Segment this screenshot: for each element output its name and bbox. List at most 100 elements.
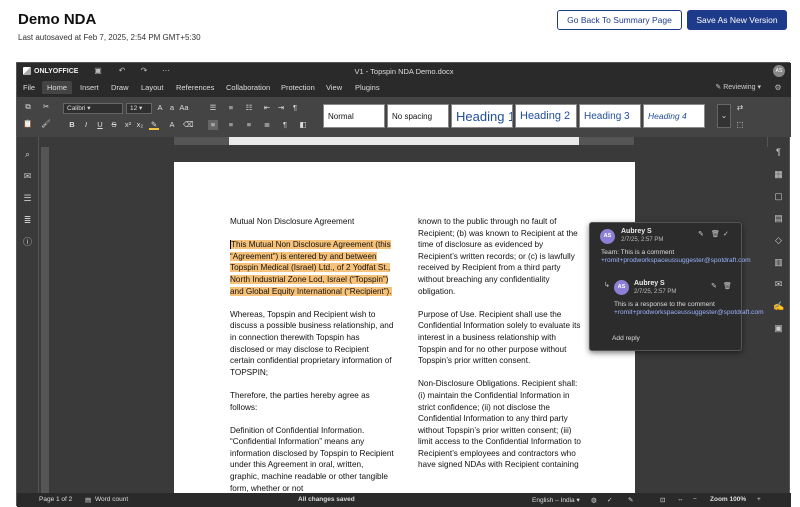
search-icon[interactable]: ⌕ — [22, 149, 33, 160]
menu-draw[interactable]: Draw — [111, 83, 129, 92]
zoom-level[interactable]: Zoom 100% — [710, 496, 746, 503]
vertical-ruler[interactable] — [41, 147, 49, 493]
cut-icon[interactable]: ✂ — [41, 102, 51, 112]
save-status: All changes saved — [298, 496, 355, 503]
style-heading-2[interactable]: Heading 2 — [515, 104, 577, 128]
table-settings-icon[interactable]: ▦ — [773, 169, 784, 180]
menu-view[interactable]: View — [326, 83, 342, 92]
shading-icon[interactable]: ◧ — [298, 120, 308, 130]
comments-icon[interactable]: ✉ — [22, 171, 33, 182]
highlight-color-icon[interactable]: ✎ — [149, 120, 159, 130]
comment-mention[interactable]: +romit+prodworkspaceussuggester@spotdraf… — [601, 257, 751, 264]
edit-reply-icon[interactable]: ✎ — [711, 282, 717, 290]
menu-insert[interactable]: Insert — [80, 83, 99, 92]
menu-plugins[interactable]: Plugins — [355, 83, 380, 92]
reviewing-label: Reviewing — [723, 84, 756, 91]
form-settings-icon[interactable]: ▣ — [773, 323, 784, 334]
font-family-select[interactable]: Calibri ▾ — [63, 103, 123, 114]
resolve-comment-icon[interactable]: ✓ — [723, 230, 729, 238]
paragraph-mark-icon[interactable]: ¶ — [290, 103, 300, 113]
comment-date: 2/7/25, 2:57 PM — [621, 237, 664, 243]
change-case-icon[interactable]: Aa — [179, 103, 189, 113]
menu-references[interactable]: References — [176, 83, 214, 92]
decrease-font-icon[interactable]: a — [167, 103, 177, 113]
style-heading-3[interactable]: Heading 3 — [579, 104, 641, 128]
delete-reply-icon[interactable]: 🗑 — [723, 282, 732, 290]
menu-layout[interactable]: Layout — [141, 83, 164, 92]
save-new-version-button[interactable]: Save As New Version — [687, 10, 787, 30]
add-reply-link[interactable]: Add reply — [612, 335, 640, 342]
increase-font-icon[interactable]: A — [155, 103, 165, 113]
language-select[interactable]: English – India ▾ — [532, 496, 580, 504]
menu-protection[interactable]: Protection — [281, 83, 315, 92]
shape-settings-icon[interactable]: ◇ — [773, 235, 784, 246]
chart-settings-icon[interactable]: ▥ — [773, 257, 784, 268]
page-indicator[interactable]: Page 1 of 2 — [39, 496, 72, 503]
italic-icon[interactable]: I — [81, 120, 91, 130]
paragraph-settings-panel-icon[interactable]: ¶ — [773, 147, 784, 158]
paste-icon[interactable]: 📋 — [23, 119, 33, 129]
navigation-icon[interactable]: ≣ — [22, 215, 33, 226]
edit-comment-icon[interactable]: ✎ — [698, 230, 704, 238]
paragraph-settings-icon[interactable]: ¶ — [280, 120, 290, 130]
font-size-select[interactable]: 12 ▾ — [126, 103, 152, 114]
clear-format-icon[interactable]: ⌫ — [183, 120, 194, 130]
menu-home[interactable]: Home — [42, 81, 73, 94]
reviewing-mode-dropdown[interactable]: ✎ Reviewing ▾ — [715, 83, 761, 91]
bullets-icon[interactable]: ☰ — [208, 103, 218, 113]
left-text-column: Mutual Non Disclosure Agreement This Mut… — [230, 216, 394, 493]
header-footer-icon[interactable]: ▤ — [773, 213, 784, 224]
highlighted-paragraph[interactable]: This Mutual Non Disclosure Agreement (th… — [230, 240, 392, 296]
strikethrough-icon[interactable]: S — [109, 120, 119, 130]
numbering-icon[interactable]: ≡ — [226, 103, 236, 113]
fit-page-icon[interactable]: ⊡ — [660, 496, 665, 504]
zoom-out-icon[interactable]: − — [693, 496, 697, 503]
format-painter-icon[interactable]: 🖌 — [41, 119, 51, 129]
style-heading-4[interactable]: Heading 4 — [643, 104, 705, 128]
align-left-icon[interactable]: ≡ — [208, 120, 218, 130]
left-sidebar: ⌕ ✉ ☰ ≣ ⓘ — [17, 137, 39, 493]
whereas-paragraph: Whereas, Topspin and Recipient wish to d… — [230, 309, 394, 377]
menu-file[interactable]: File — [23, 83, 35, 92]
styles-expand-icon[interactable]: ⌄ — [717, 104, 731, 128]
horizontal-ruler[interactable] — [174, 137, 634, 145]
replace-icon[interactable]: ⇄ — [735, 103, 745, 113]
align-center-icon[interactable]: ≡ — [226, 120, 236, 130]
decrease-indent-icon[interactable]: ⇤ — [262, 103, 272, 113]
document-page[interactable]: Mutual Non Disclosure Agreement This Mut… — [174, 162, 635, 493]
globe-icon[interactable]: ◍ — [591, 496, 597, 504]
underline-icon[interactable]: U — [95, 120, 105, 130]
settings-icon[interactable]: ⚙ — [773, 83, 783, 93]
style-no-spacing[interactable]: No spacing — [387, 104, 449, 128]
word-count-button[interactable]: Word count — [95, 496, 128, 503]
style-normal[interactable]: Normal — [323, 104, 385, 128]
font-color-icon[interactable]: A — [167, 120, 177, 130]
fit-width-icon[interactable]: ↔ — [677, 496, 684, 503]
reply-author: Aubrey S — [634, 280, 665, 287]
info-icon[interactable]: ⓘ — [22, 237, 33, 248]
image-settings-icon[interactable]: ▢ — [773, 191, 784, 202]
delete-comment-icon[interactable]: 🗑 — [711, 230, 720, 238]
chat-icon[interactable]: ☰ — [22, 193, 33, 204]
autosave-status: Last autosaved at Feb 7, 2025, 2:54 PM G… — [18, 33, 201, 42]
subscript-icon[interactable]: x₂ — [135, 120, 145, 130]
copy-icon[interactable]: ⧉ — [23, 102, 33, 112]
user-avatar[interactable]: AS — [773, 65, 785, 77]
zoom-in-icon[interactable]: + — [757, 496, 761, 503]
menu-collaboration[interactable]: Collaboration — [226, 83, 270, 92]
superscript-icon[interactable]: x² — [123, 120, 133, 130]
word-count-icon[interactable]: ▤ — [85, 496, 91, 504]
spellcheck-icon[interactable]: ✓ — [607, 496, 612, 504]
back-to-summary-button[interactable]: Go Back To Summary Page — [557, 10, 682, 30]
increase-indent-icon[interactable]: ⇥ — [276, 103, 286, 113]
select-all-icon[interactable]: ⬚ — [735, 120, 745, 130]
reply-mention[interactable]: +romit+prodworkspaceussuggester@spotdraf… — [614, 309, 764, 316]
signature-icon[interactable]: ✍ — [773, 301, 784, 312]
mail-merge-icon[interactable]: ✉ — [773, 279, 784, 290]
bold-icon[interactable]: B — [67, 120, 77, 130]
multilevel-icon[interactable]: ☷ — [244, 103, 254, 113]
style-heading-1[interactable]: Heading 1 — [451, 104, 513, 128]
track-changes-icon[interactable]: ✎ — [628, 496, 633, 504]
justify-icon[interactable]: ≣ — [262, 120, 272, 130]
align-right-icon[interactable]: ≡ — [244, 120, 254, 130]
